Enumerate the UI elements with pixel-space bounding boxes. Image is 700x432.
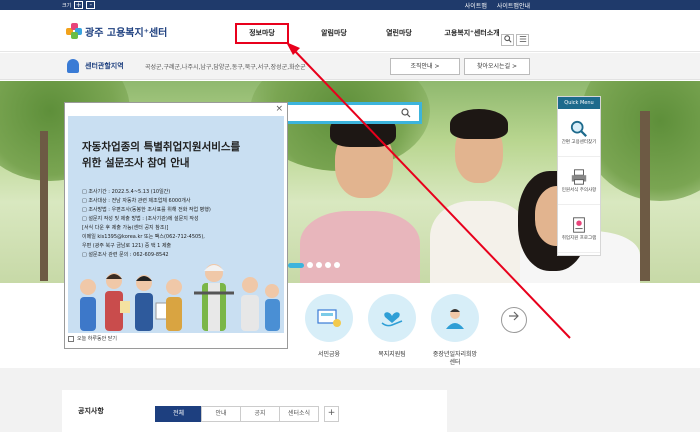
annotation-arrow xyxy=(286,42,571,339)
